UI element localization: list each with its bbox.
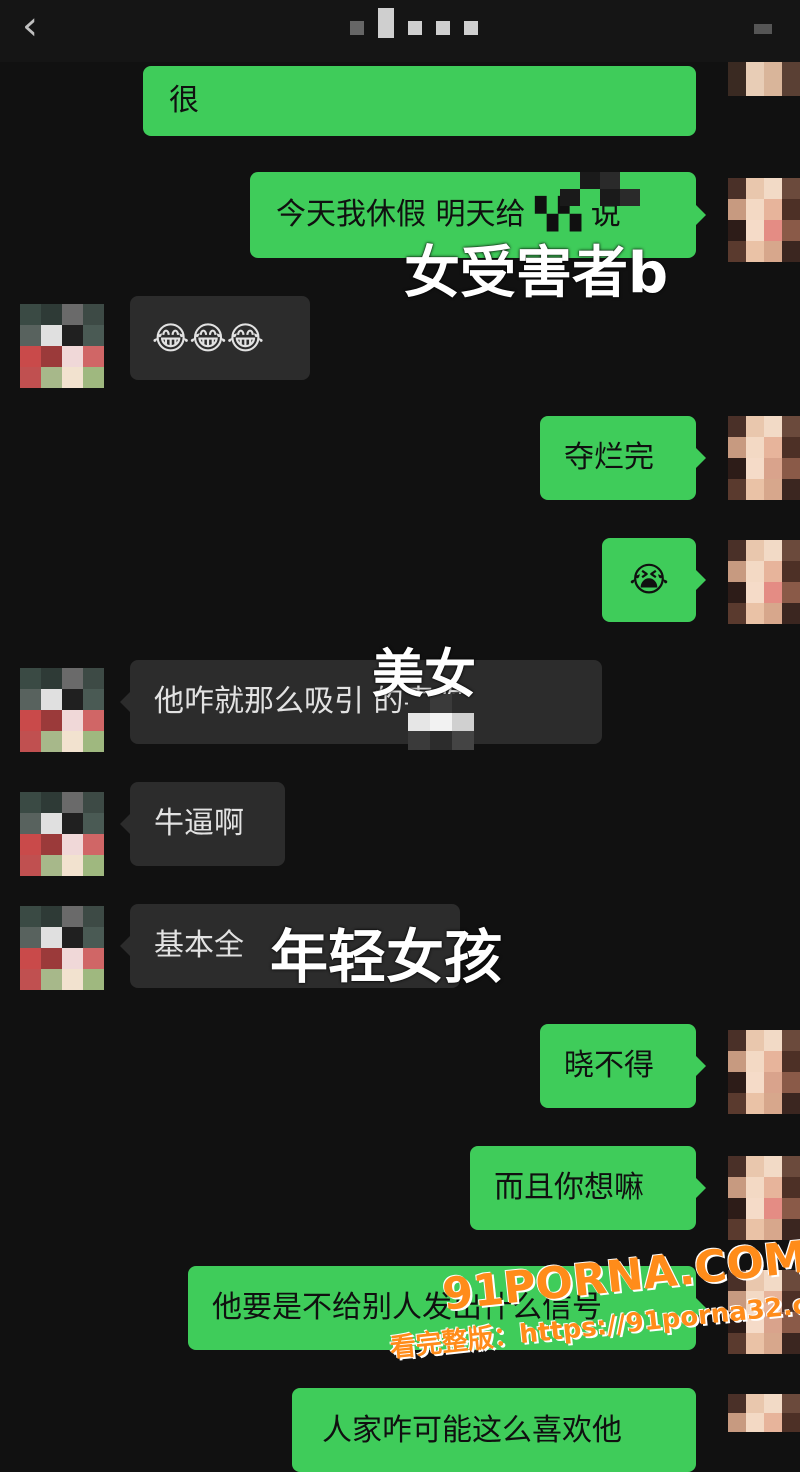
message-text: 人家咋可能这么喜欢他	[322, 1413, 622, 1448]
chat-title-censored	[350, 8, 478, 38]
message-bubble-received[interactable]: 牛逼啊	[120, 782, 285, 866]
avatar[interactable]	[728, 62, 800, 96]
avatar[interactable]	[728, 416, 800, 500]
overlay-label-young-girl: 年轻女孩	[270, 923, 503, 991]
avatar[interactable]	[20, 792, 104, 876]
avatar[interactable]	[728, 1156, 800, 1240]
message-text: 😭	[629, 560, 669, 600]
avatar[interactable]	[728, 1394, 800, 1432]
message-text: 晓不得	[564, 1048, 654, 1083]
chat-header: ‹	[0, 0, 800, 62]
message-text: 😂😂😂	[152, 319, 265, 357]
more-icon[interactable]	[754, 24, 772, 34]
message-bubble-received[interactable]: 😂😂😂	[130, 296, 310, 380]
avatar[interactable]	[20, 906, 104, 990]
avatar[interactable]	[728, 540, 800, 624]
avatar[interactable]	[20, 668, 104, 752]
message-text: 基本全	[154, 928, 244, 963]
message-bubble-sent[interactable]: 很	[143, 66, 696, 136]
message-text: 很	[169, 83, 199, 118]
message-text: 夺烂完	[564, 440, 654, 475]
avatar[interactable]	[728, 178, 800, 262]
message-bubble-received[interactable]: 他咋就那么吸引 的喜欢	[120, 660, 602, 744]
overlay-label-beauty: 美女	[372, 645, 477, 705]
message-bubble-sent[interactable]: 人家咋可能这么喜欢他	[292, 1388, 696, 1472]
message-bubble-sent[interactable]: 而且你想嘛	[470, 1146, 706, 1230]
message-bubble-sent[interactable]: 😭	[602, 538, 706, 622]
message-text: 牛逼啊	[154, 806, 244, 841]
avatar[interactable]	[20, 304, 104, 388]
censor-mosaic	[560, 172, 640, 206]
message-bubble-sent[interactable]: 夺烂完	[540, 416, 706, 500]
message-text: 而且你想嘛	[494, 1170, 644, 1205]
avatar[interactable]	[728, 1030, 800, 1114]
overlay-label-victim: 女受害者b	[404, 241, 669, 306]
message-bubble-sent[interactable]: 晓不得	[540, 1024, 706, 1108]
chevron-left-icon[interactable]: ‹	[22, 6, 38, 46]
